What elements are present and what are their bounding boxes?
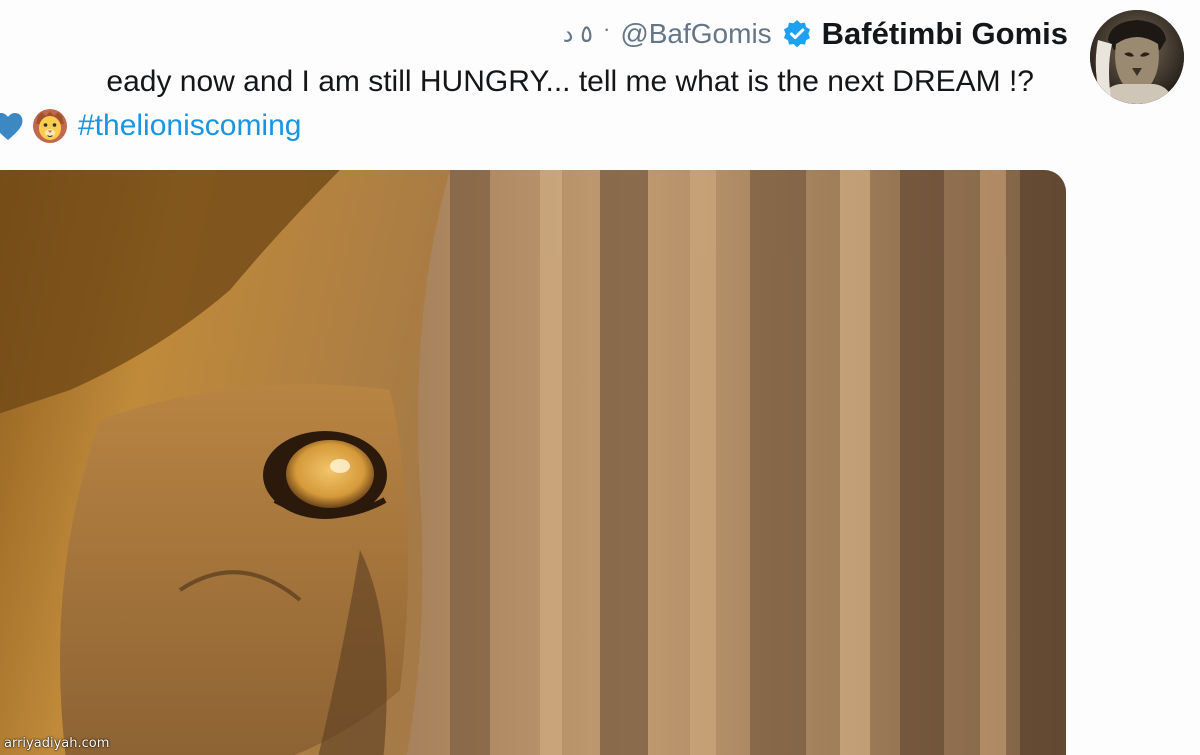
blue-heart-emoji-icon: [0, 108, 26, 144]
tweet-text-line-2: #thelioniscoming: [0, 104, 301, 148]
user-handle[interactable]: @BafGomis: [620, 18, 771, 50]
header-separator: ·: [602, 16, 611, 41]
tweet-text-line-1: eady now and I am still HUNGRY... tell m…: [106, 65, 1034, 98]
lion-avatar-icon: [1090, 10, 1184, 104]
verified-badge-icon: [782, 19, 812, 49]
hashtag-link[interactable]: #thelioniscoming: [78, 109, 301, 143]
tweet-card: ٥ د · @BafGomis Bafétimbi Gomis eady now…: [0, 0, 1200, 755]
tweet-timestamp[interactable]: ٥ د: [563, 20, 593, 49]
tweet-media-image[interactable]: [0, 170, 1066, 755]
profile-avatar[interactable]: [1090, 10, 1184, 104]
lion-eye-photo: [0, 170, 1066, 755]
tweet-header: ٥ د · @BafGomis Bafétimbi Gomis: [563, 14, 1068, 54]
lion-face-emoji-icon: [32, 108, 68, 144]
site-watermark: arriyadiyah.com: [4, 736, 110, 751]
display-name[interactable]: Bafétimbi Gomis: [822, 16, 1068, 52]
